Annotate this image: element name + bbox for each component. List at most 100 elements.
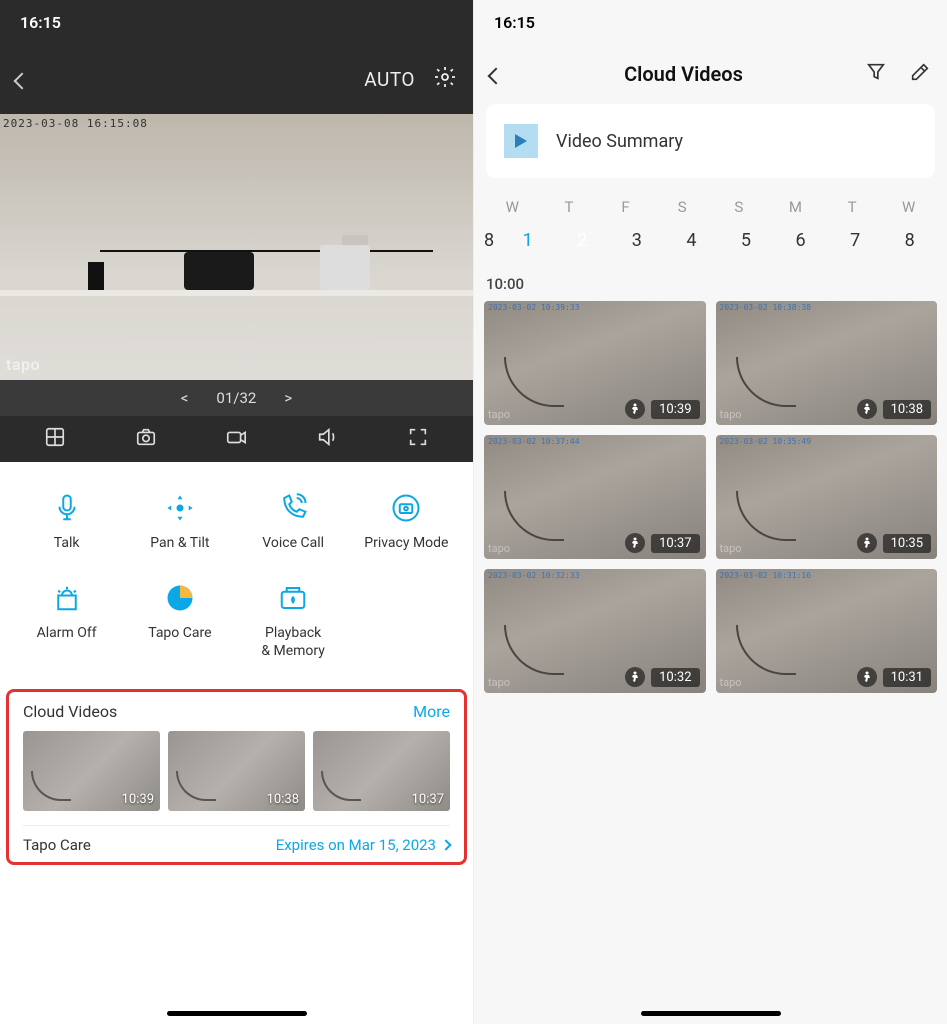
pager-prev[interactable]: < [181,389,189,407]
live-video-feed[interactable]: 2023-03-08 16:15:08 tapo [0,114,473,380]
motion-icon [625,399,645,419]
alarm-button[interactable]: Alarm Off [10,582,123,660]
tapo-watermark: tapo [720,408,742,421]
privacy-mode-label: Privacy Mode [364,534,448,552]
motion-icon [857,533,877,553]
playback-label: Playback & Memory [261,624,325,660]
status-bar: 16:15 [0,0,473,44]
pager-next[interactable]: > [284,389,292,407]
clip-time: 10:39 [651,400,699,419]
tapo-watermark: tapo [720,542,742,555]
volume-icon[interactable] [316,426,338,452]
edit-icon[interactable] [909,61,931,87]
video-clip[interactable]: 2023-03-02 10:37:44 tapo 10:37 [484,435,706,559]
settings-icon[interactable] [433,65,457,93]
video-clip[interactable]: 2023-03-02 10:38:38 tapo 10:38 [716,301,938,425]
cal-date[interactable]: 7 [828,230,883,251]
motion-icon [857,399,877,419]
page-title: Cloud Videos [624,62,743,86]
cal-day: W [484,198,541,216]
voice-call-button[interactable]: Voice Call [237,492,350,552]
cal-day: W [880,198,937,216]
back-button[interactable] [490,60,502,88]
cloud-videos-title: Cloud Videos [23,702,117,721]
cal-day: T [824,198,881,216]
clip-timestamp: 2023-03-02 10:32:33 [488,571,580,580]
voice-call-label: Voice Call [262,534,324,552]
cloud-thumbs-row: 10:39 10:38 10:37 [23,731,450,811]
cal-date[interactable]: 8 [484,230,500,251]
pan-tilt-label: Pan & Tilt [150,534,209,552]
cloud-thumb[interactable]: 10:38 [168,731,305,811]
cal-date[interactable]: 8 [882,230,937,251]
camera-live-screen: 16:15 AUTO 2023-03-08 16:15:08 [0,0,474,1024]
clip-timestamp: 2023-03-02 10:31:16 [720,571,812,580]
motion-icon [625,533,645,553]
tapo-watermark: tapo [6,355,40,374]
motion-icon [625,667,645,687]
home-indicator[interactable] [641,1011,781,1016]
alarm-label: Alarm Off [37,624,97,642]
multiview-icon[interactable] [44,426,66,452]
tapo-care-expiry: Expires on Mar 15, 2023 [276,836,450,854]
video-clip[interactable]: 2023-03-02 10:35:49 tapo 10:35 [716,435,938,559]
clip-time: 10:35 [883,534,931,553]
thumb-time: 10:37 [412,792,444,807]
video-clip[interactable]: 2023-03-02 10:32:33 tapo 10:32 [484,569,706,693]
cal-date-active[interactable]: 2 [555,230,610,251]
camera-pager: < 01/32 > [0,380,473,416]
video-summary-card[interactable]: Video Summary [486,104,935,178]
clip-timestamp: 2023-03-02 10:38:38 [720,303,812,312]
tapo-care-label: Tapo Care [148,624,211,642]
camera-header: AUTO [0,44,473,114]
cal-day: T [541,198,598,216]
video-clip[interactable]: 2023-03-02 10:39:33 tapo 10:39 [484,301,706,425]
talk-button[interactable]: Talk [10,492,123,552]
home-indicator[interactable] [167,1011,307,1016]
clip-section: 10:00 2023-03-02 10:39:33 tapo 10:39 202… [474,269,947,693]
action-grid: Talk Pan & Tilt Voice Call Privacy Mode … [0,462,473,677]
talk-label: Talk [54,534,80,552]
record-icon[interactable] [225,426,247,452]
clip-grid: 2023-03-02 10:39:33 tapo 10:39 2023-03-0… [484,301,937,693]
section-time: 10:00 [486,275,937,293]
pan-tilt-button[interactable]: Pan & Tilt [123,492,236,552]
status-icons [441,13,453,32]
clip-time: 10:31 [883,668,931,687]
cal-day: F [597,198,654,216]
cal-date[interactable]: 3 [610,230,665,251]
tapo-watermark: tapo [720,676,742,689]
tapo-care-row[interactable]: Tapo Care Expires on Mar 15, 2023 [23,825,450,854]
status-bar: 16:15 [474,0,947,44]
calendar-days: W T F S S M T W [474,198,947,216]
cloud-header: Cloud Videos [474,44,947,104]
cal-date[interactable]: 5 [719,230,774,251]
cloud-videos-more[interactable]: More [413,702,450,721]
cal-date[interactable]: 6 [773,230,828,251]
night-mode-auto[interactable]: AUTO [364,68,415,91]
playback-button[interactable]: Playback & Memory [237,582,350,660]
cal-date[interactable]: 1 [500,230,555,251]
video-clip[interactable]: 2023-03-02 10:31:16 tapo 10:31 [716,569,938,693]
thumb-time: 10:38 [267,792,299,807]
snapshot-icon[interactable] [135,426,157,452]
clip-timestamp: 2023-03-02 10:35:49 [720,437,812,446]
filter-icon[interactable] [865,61,887,87]
cloud-thumb[interactable]: 10:37 [313,731,450,811]
play-icon [504,124,538,158]
status-icons [915,13,927,32]
calendar: W T F S S M T W 8 1 2 3 4 5 6 7 8 [474,188,947,269]
cal-date[interactable]: 4 [664,230,719,251]
cloud-thumb[interactable]: 10:39 [23,731,160,811]
clip-time: 10:37 [651,534,699,553]
tapo-care-text: Tapo Care [23,836,91,854]
thumb-time: 10:39 [122,792,154,807]
clip-timestamp: 2023-03-02 10:37:44 [488,437,580,446]
privacy-mode-button[interactable]: Privacy Mode [350,492,463,552]
status-time: 16:15 [494,13,535,32]
tapo-watermark: tapo [488,542,510,555]
tapo-care-button[interactable]: Tapo Care [123,582,236,660]
back-button[interactable] [16,64,28,94]
pager-index: 01/32 [216,389,256,407]
fullscreen-icon[interactable] [407,426,429,452]
